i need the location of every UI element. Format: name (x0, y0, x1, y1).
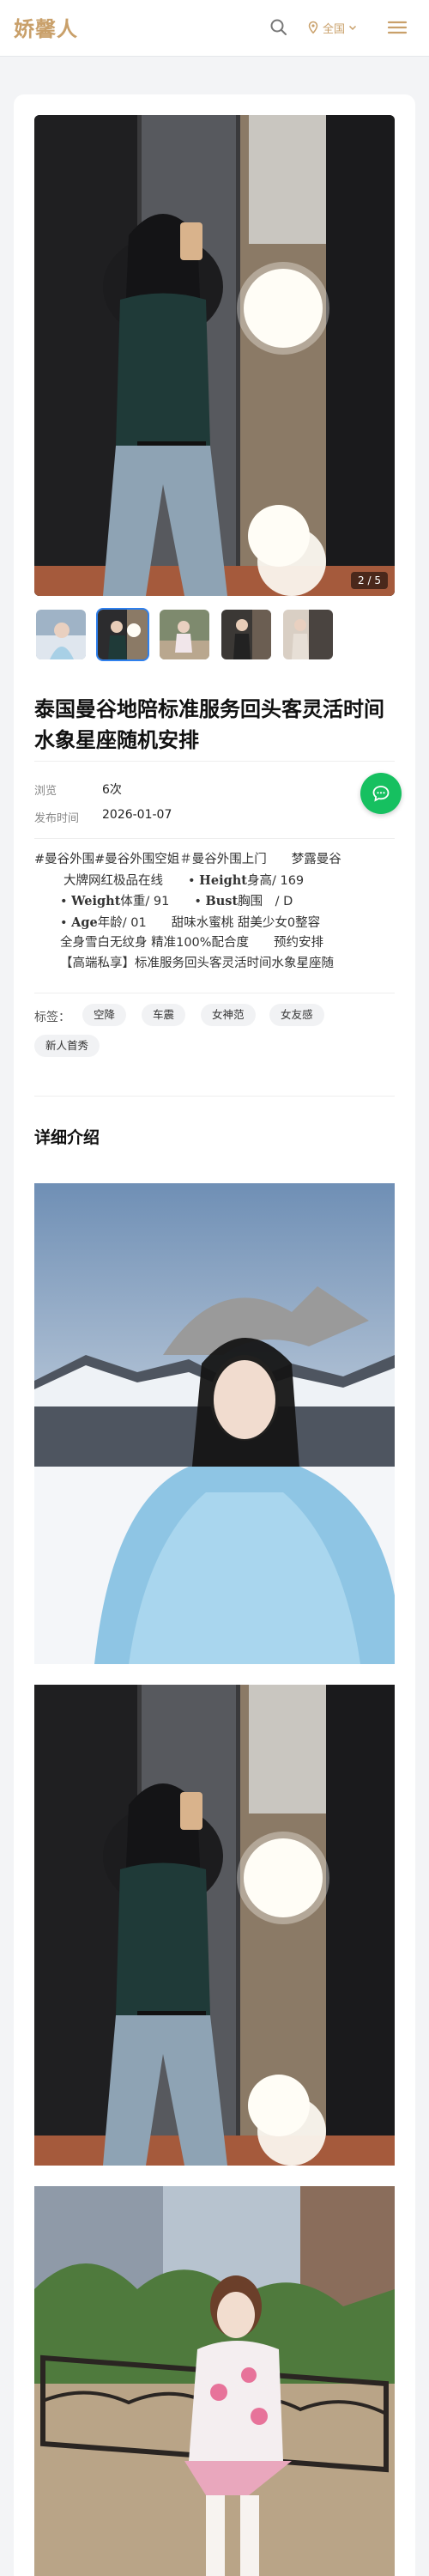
chevron-down-icon (348, 25, 357, 31)
site-logo[interactable]: 娇馨人 (14, 12, 78, 42)
gallery-thumbnails (34, 608, 335, 661)
weight-label: Weight (71, 894, 121, 908)
desc-line-2: 大牌网红极品在线 • Height身高/ 169 (34, 871, 398, 892)
desc-line-5: 全身雪白无纹身 精准100%配合度 预约安排 (60, 936, 324, 950)
divider (34, 838, 395, 839)
height-label: Height (199, 872, 247, 888)
tag-chip[interactable]: 空降 (82, 1004, 127, 1026)
site-header: 娇馨人 全国 (0, 0, 429, 57)
thumbnail-image (160, 610, 209, 659)
tag-chip[interactable]: 车震 (142, 1004, 186, 1026)
post-title: 泰国曼谷地陪标准服务回头客灵活时间水象星座随机安排 (34, 697, 384, 752)
post-card: 2 / 5 泰国曼谷地陪标准服务回头客灵活时间水象星座随机安排 浏览 6次 发布… (14, 94, 415, 2576)
views-label: 浏览 (34, 785, 57, 798)
location-label: 全国 (323, 22, 346, 36)
desc-line-4: • Age年龄/ 01 甜味水蜜桃 甜美少女0整容 (34, 913, 398, 934)
desc-line-6: 【高端私享】标准服务回头客灵活时间水象星座随 (60, 956, 334, 970)
post-description: #曼谷外围#曼谷外围空姐＃曼谷外围上门 梦露曼谷 大牌网红极品在线 • Heig… (34, 850, 398, 974)
bullet: • (60, 915, 68, 930)
desc-line-1: #曼谷外围#曼谷外围空姐＃曼谷外围上门 梦露曼谷 (34, 853, 341, 866)
tag-chip[interactable]: 女友感 (269, 1004, 324, 1026)
desc-text: 大牌网红极品在线 • (63, 873, 196, 888)
thumbnail-image (36, 610, 86, 659)
mirror-selfie-image (34, 115, 395, 596)
thumbnail-5[interactable] (281, 608, 335, 661)
location-selector[interactable]: 全国 (306, 17, 358, 38)
thumbnail-1[interactable] (34, 608, 88, 661)
divider (34, 1096, 395, 1097)
desc-line-3: • Weight体重/ 91 • Bust胸围 / D (34, 891, 398, 913)
detail-photo-2 (34, 1685, 395, 2166)
thumbnail-image (98, 610, 148, 659)
date-label: 发布时间 (34, 812, 80, 825)
views-value: 6次 (102, 783, 122, 797)
search-icon[interactable] (269, 17, 289, 38)
chat-bubble-icon (372, 786, 390, 802)
chat-button[interactable] (360, 773, 402, 814)
snow-mountain-portrait-image (34, 1183, 395, 1664)
divider (34, 761, 395, 762)
thumbnail-4[interactable] (220, 608, 273, 661)
thumbnail-3[interactable] (158, 608, 211, 661)
bust-value: 胸围 / D (238, 895, 293, 908)
weight-value: 体重/ 91 • (120, 895, 202, 908)
gallery-main-photo[interactable]: 2 / 5 (34, 115, 395, 596)
thumbnail-image (221, 610, 271, 659)
detail-photo-3 (34, 2186, 395, 2576)
location-pin-icon (308, 21, 318, 34)
thumbnail-image (283, 610, 333, 659)
gallery-counter: 2 / 5 (351, 572, 388, 589)
date-value: 2026-01-07 (102, 808, 172, 822)
tags-label: 标签： (34, 1011, 70, 1024)
age-value: 年龄/ 01 甜味水蜜桃 甜美少女0整容 (97, 915, 321, 930)
bullet: • (60, 895, 68, 908)
height-value: 身高/ 169 (246, 873, 305, 888)
age-label: Age (71, 914, 98, 930)
thumbnail-2-active[interactable] (96, 608, 149, 661)
tag-chip[interactable]: 女神范 (201, 1004, 256, 1026)
menu-icon[interactable] (386, 17, 408, 38)
details-section-title: 详细介绍 (34, 1128, 100, 1147)
park-bench-portrait-image (34, 2186, 395, 2576)
bust-label: Bust (205, 894, 239, 908)
mirror-selfie-image (34, 1685, 395, 2166)
detail-photo-1 (34, 1183, 395, 1664)
tag-chip[interactable]: 新人首秀 (34, 1035, 100, 1057)
